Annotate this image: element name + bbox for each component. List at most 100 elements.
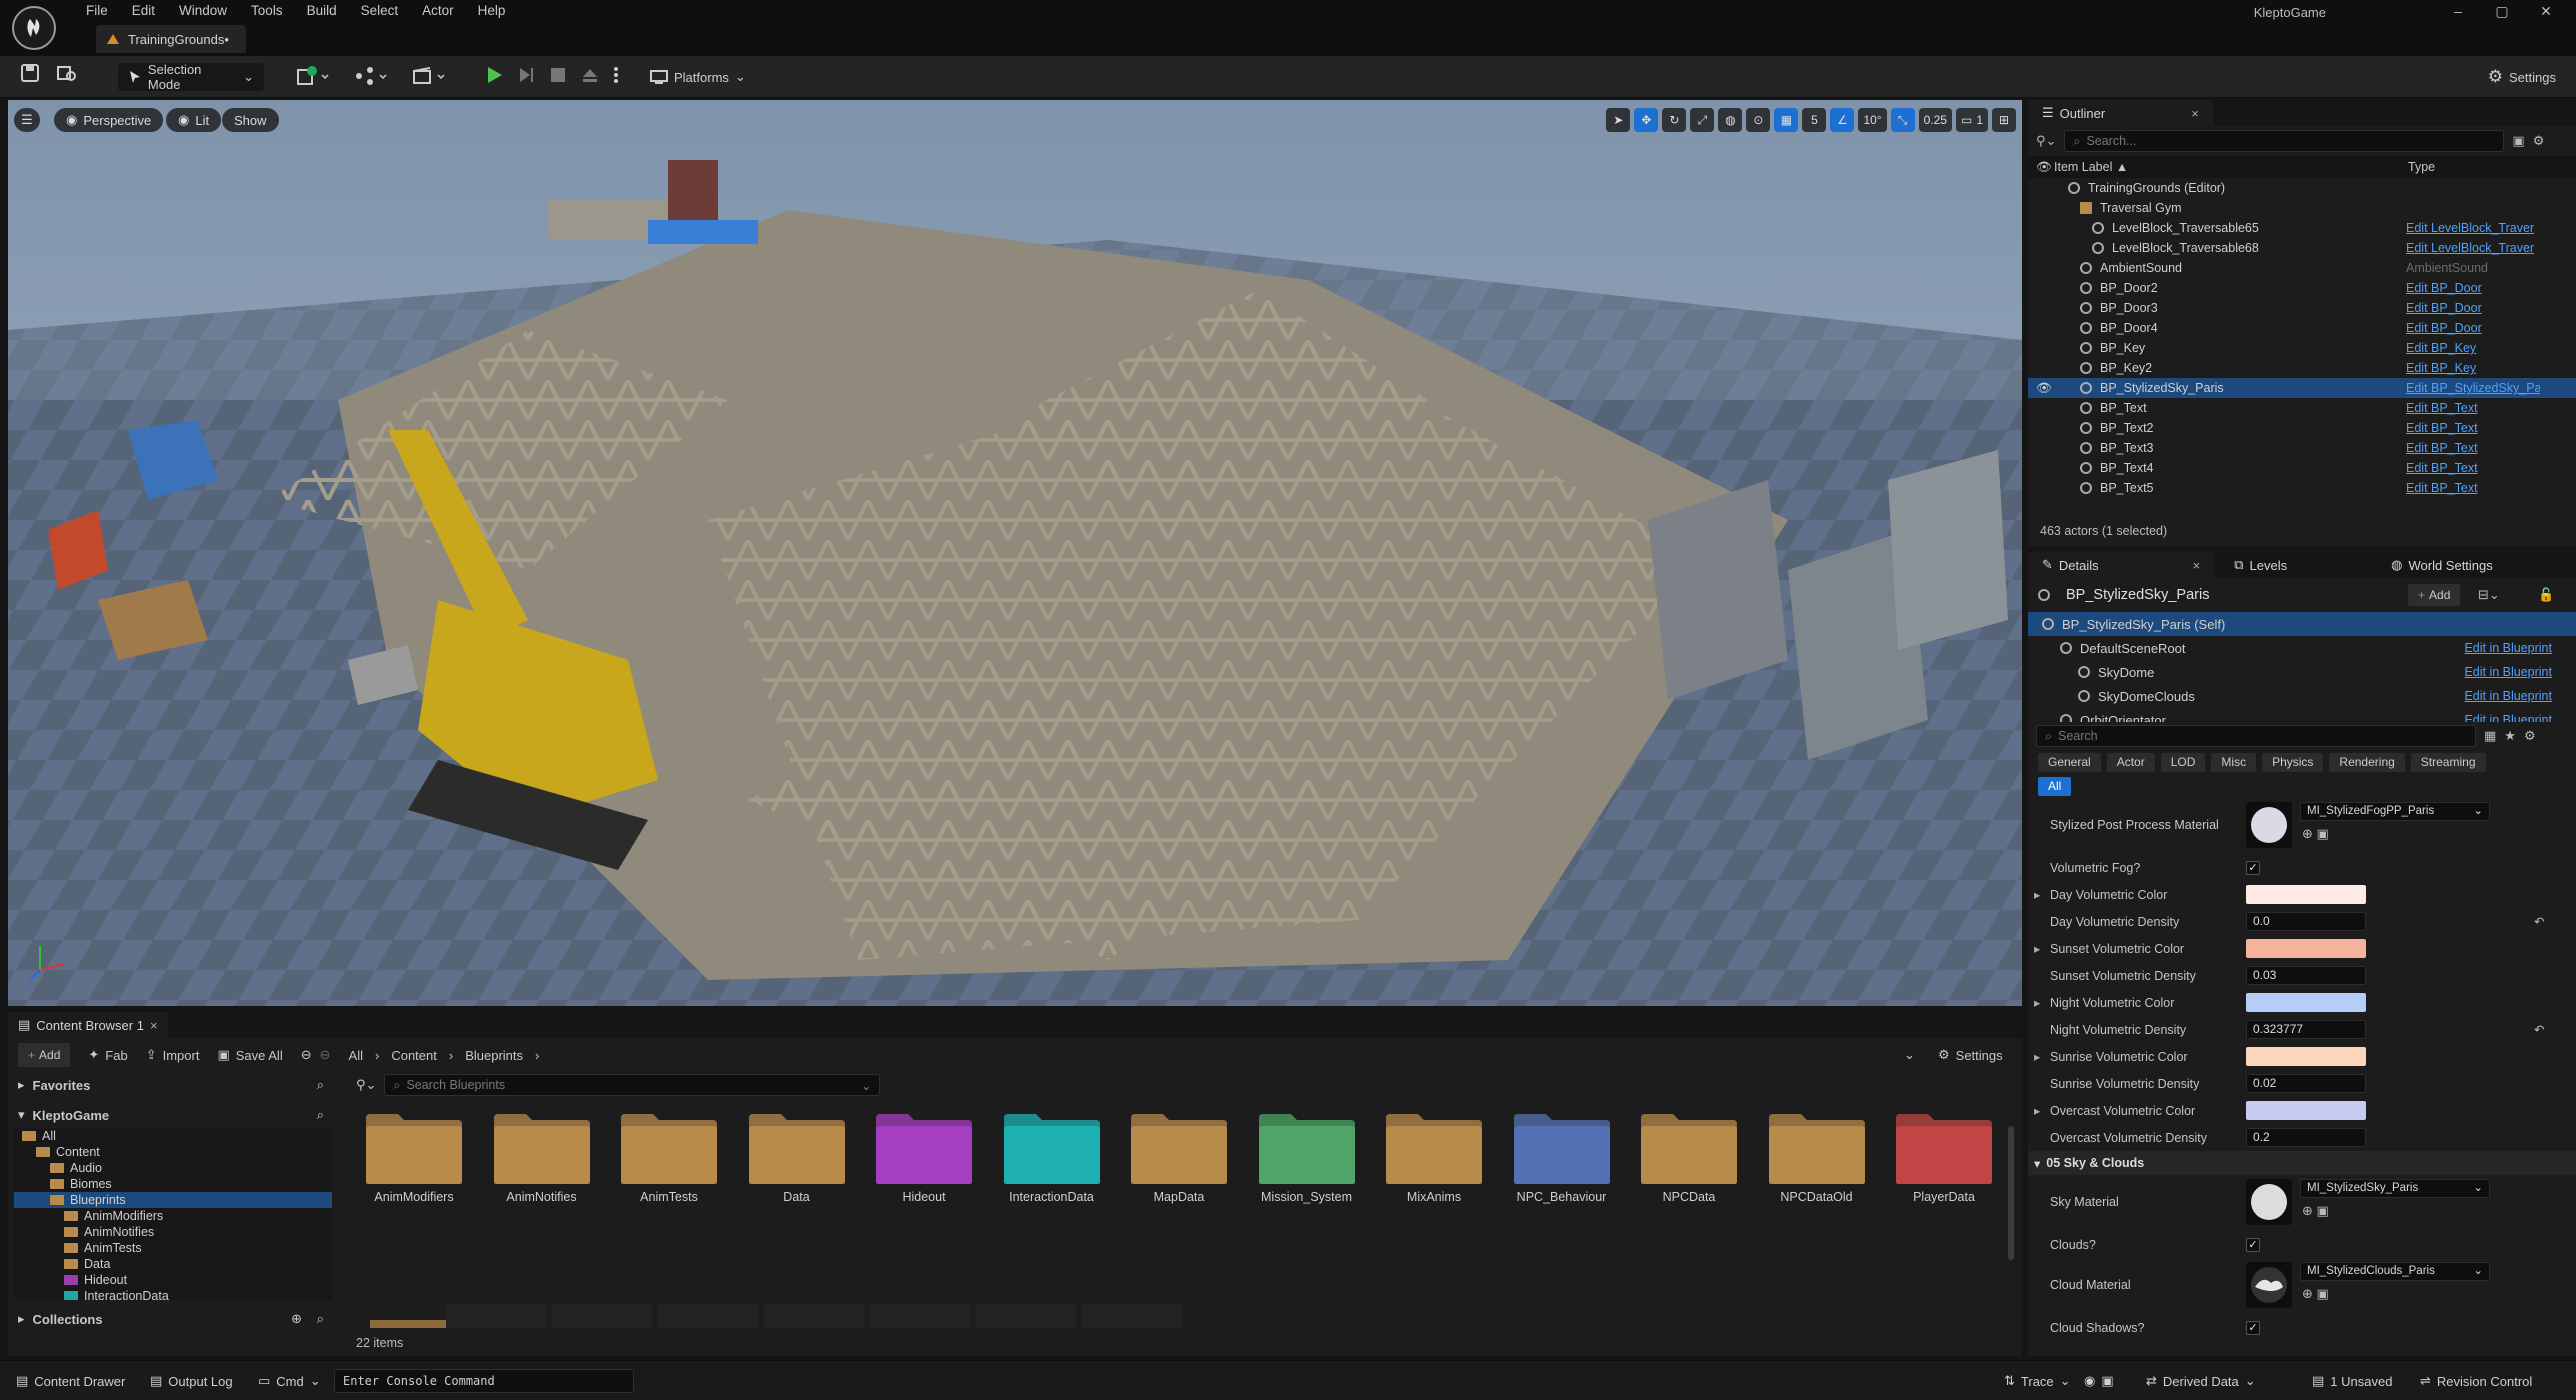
show-button[interactable]: Show xyxy=(222,108,279,132)
collections-section[interactable]: ▸ Collections ⊕ ⌕ xyxy=(8,1306,338,1332)
blueprint-options-icon[interactable]: ⊟⌄ xyxy=(2478,587,2500,603)
outliner-row[interactable]: BP_Door3 Edit BP_Door xyxy=(2028,298,2576,318)
edit-blueprint-link[interactable]: Edit LevelBlock_Traver xyxy=(2406,241,2540,255)
sky-clouds-category[interactable]: ▾ 05 Sky & Clouds xyxy=(2028,1151,2576,1175)
folder-tile[interactable]: MixAnims xyxy=(1384,1110,1484,1230)
step-icon[interactable] xyxy=(516,65,536,85)
camera-speed[interactable]: ▭ 1 xyxy=(1955,108,1988,132)
folder-tile[interactable]: NPCData xyxy=(1639,1110,1739,1230)
add-folder-icon[interactable]: ▣ xyxy=(2512,133,2524,149)
project-section[interactable]: ▾ KleptoGame ⌕ xyxy=(8,1102,338,1128)
play-icon[interactable] xyxy=(484,65,504,85)
tree-item[interactable]: All xyxy=(14,1128,332,1144)
output-log-button[interactable]: ▤ Output Log xyxy=(150,1369,233,1393)
rotation-size[interactable]: 10° xyxy=(1858,108,1887,132)
derived-data-dropdown[interactable]: ⇄ Derived Data ⌄ xyxy=(2146,1369,2256,1393)
asset-thumbnail[interactable] xyxy=(658,1304,758,1328)
expand-arrow-icon[interactable]: ▸ xyxy=(2034,941,2040,956)
cloud-material-thumbnail[interactable] xyxy=(2246,1262,2292,1308)
outliner-search-input[interactable]: ⌕ Search... xyxy=(2064,130,2505,152)
stop-icon[interactable] xyxy=(548,65,568,85)
lit-button[interactable]: ◉ Lit xyxy=(166,108,222,132)
browse-asset-icon[interactable]: ⊕ ▣ xyxy=(2302,826,2329,842)
tree-item[interactable]: Audio xyxy=(14,1160,332,1176)
color-swatch[interactable] xyxy=(2246,1101,2366,1120)
expand-arrow-icon[interactable]: ▸ xyxy=(2034,995,2040,1010)
tree-item[interactable]: Content xyxy=(14,1144,332,1160)
selection-mode-dropdown[interactable]: Selection Mode ⌄ xyxy=(118,62,264,92)
tree-item[interactable]: Biomes xyxy=(14,1176,332,1192)
blueprint-icon[interactable] xyxy=(354,65,388,87)
grid-snap[interactable]: ▦ xyxy=(1774,108,1799,132)
number-input[interactable]: 0.323777 xyxy=(2246,1020,2366,1039)
grid-size[interactable]: 5 xyxy=(1802,108,1827,132)
breadcrumb-blueprints[interactable]: Blueprints xyxy=(465,1048,523,1063)
tab-levels[interactable]: ⧉ Levels xyxy=(2220,552,2302,578)
outliner-row[interactable]: 👁 BP_StylizedSky_Paris Edit BP_StylizedSky… xyxy=(2028,378,2576,398)
filter-physics[interactable]: Physics xyxy=(2262,752,2324,772)
outliner-row[interactable]: BP_Key Edit BP_Key xyxy=(2028,338,2576,358)
revision-control-button[interactable]: ⇌ Revision Control xyxy=(2420,1369,2532,1393)
color-swatch[interactable] xyxy=(2246,1047,2366,1066)
color-swatch[interactable] xyxy=(2246,993,2366,1012)
save-icon[interactable] xyxy=(20,63,40,83)
sky-material-thumbnail[interactable] xyxy=(2246,1179,2292,1225)
edit-in-blueprint-link[interactable]: Edit in Blueprint xyxy=(2464,689,2552,703)
edit-in-blueprint-link[interactable]: Edit in Blueprint xyxy=(2464,713,2552,722)
browse-level-icon[interactable] xyxy=(56,63,78,83)
scale-tool[interactable]: ⤢ xyxy=(1690,108,1715,132)
platforms-button[interactable]: Platforms ⌄ xyxy=(650,63,746,91)
console-input[interactable]: Enter Console Command xyxy=(334,1369,634,1393)
edit-blueprint-link[interactable]: Edit BP_Text xyxy=(2406,481,2540,495)
outliner-row[interactable]: BP_Key2 Edit BP_Key xyxy=(2028,358,2576,378)
asset-search-input[interactable]: ⌕ Search Blueprints ⌄ xyxy=(384,1074,881,1096)
component-row[interactable]: BP_StylizedSky_Paris (Self) xyxy=(2028,612,2576,636)
trace-dropdown[interactable]: ⇅ Trace ⌄ xyxy=(2004,1369,2071,1393)
menu-file[interactable]: File xyxy=(74,0,120,22)
number-input[interactable]: 0.03 xyxy=(2246,966,2366,985)
rotate-tool[interactable]: ↻ xyxy=(1662,108,1687,132)
filter-lod[interactable]: LOD xyxy=(2160,752,2206,772)
filter-misc[interactable]: Misc xyxy=(2211,752,2257,772)
add-component-button[interactable]: + Add xyxy=(2408,584,2461,606)
camera-icon[interactable]: ▣ xyxy=(2101,1373,2113,1389)
tree-item[interactable]: Hideout xyxy=(14,1272,332,1288)
visibility-icon[interactable]: 👁 xyxy=(2036,160,2052,175)
scale-snap[interactable]: ⤡ xyxy=(1890,108,1915,132)
browser-settings-button[interactable]: ⚙ Settings xyxy=(1938,1047,2003,1063)
breadcrumb-all[interactable]: All xyxy=(349,1048,363,1063)
post-process-material-dropdown[interactable]: MI_StylizedFogPP_Paris ⌄ xyxy=(2300,802,2490,821)
layout-button[interactable]: ⊞ xyxy=(1992,108,2016,132)
color-swatch[interactable] xyxy=(2246,885,2366,904)
menu-build[interactable]: Build xyxy=(295,0,349,22)
gear-icon[interactable]: ⚙ xyxy=(2524,728,2536,744)
edit-blueprint-link[interactable]: Edit BP_Text xyxy=(2406,401,2540,415)
expand-arrow-icon[interactable]: ▸ xyxy=(2034,887,2040,902)
history-back-icon[interactable]: ⊖ xyxy=(301,1047,312,1063)
component-row[interactable]: SkyDomeClouds Edit in Blueprint xyxy=(2028,684,2576,708)
folder-tile[interactable]: AnimModifiers xyxy=(364,1110,464,1230)
asset-thumbnail[interactable] xyxy=(1082,1304,1182,1328)
component-row[interactable]: SkyDome Edit in Blueprint xyxy=(2028,660,2576,684)
post-process-thumbnail[interactable] xyxy=(2246,802,2292,848)
folder-tile[interactable]: AnimTests xyxy=(619,1110,719,1230)
menu-select[interactable]: Select xyxy=(349,0,411,22)
lock-icon[interactable]: 🔓 xyxy=(2538,587,2554,603)
outliner-row[interactable]: LevelBlock_Traversable68 Edit LevelBlock_… xyxy=(2028,238,2576,258)
expand-arrow-icon[interactable]: ▸ xyxy=(2034,1103,2040,1118)
close-icon[interactable]: × xyxy=(2193,558,2201,573)
filter-actor[interactable]: Actor xyxy=(2106,752,2155,772)
tree-item[interactable]: Blueprints xyxy=(14,1192,332,1208)
menu-tools[interactable]: Tools xyxy=(239,0,295,22)
filter-streaming[interactable]: Streaming xyxy=(2410,752,2486,772)
cinematics-icon[interactable] xyxy=(412,65,446,87)
menu-help[interactable]: Help xyxy=(466,0,518,22)
expand-arrow-icon[interactable]: ▸ xyxy=(2034,1049,2040,1064)
cmd-dropdown[interactable]: ▭ Cmd ⌄ xyxy=(258,1369,321,1393)
tree-item[interactable]: Data xyxy=(14,1256,332,1272)
color-swatch[interactable] xyxy=(2246,939,2366,958)
search-icon[interactable]: ⌕ xyxy=(317,1107,324,1123)
component-row[interactable]: OrbitOrientator Edit in Blueprint xyxy=(2028,708,2576,722)
menu-window[interactable]: Window xyxy=(167,0,239,22)
tab-content-browser[interactable]: ▤ Content Browser 1 × xyxy=(8,1012,168,1038)
